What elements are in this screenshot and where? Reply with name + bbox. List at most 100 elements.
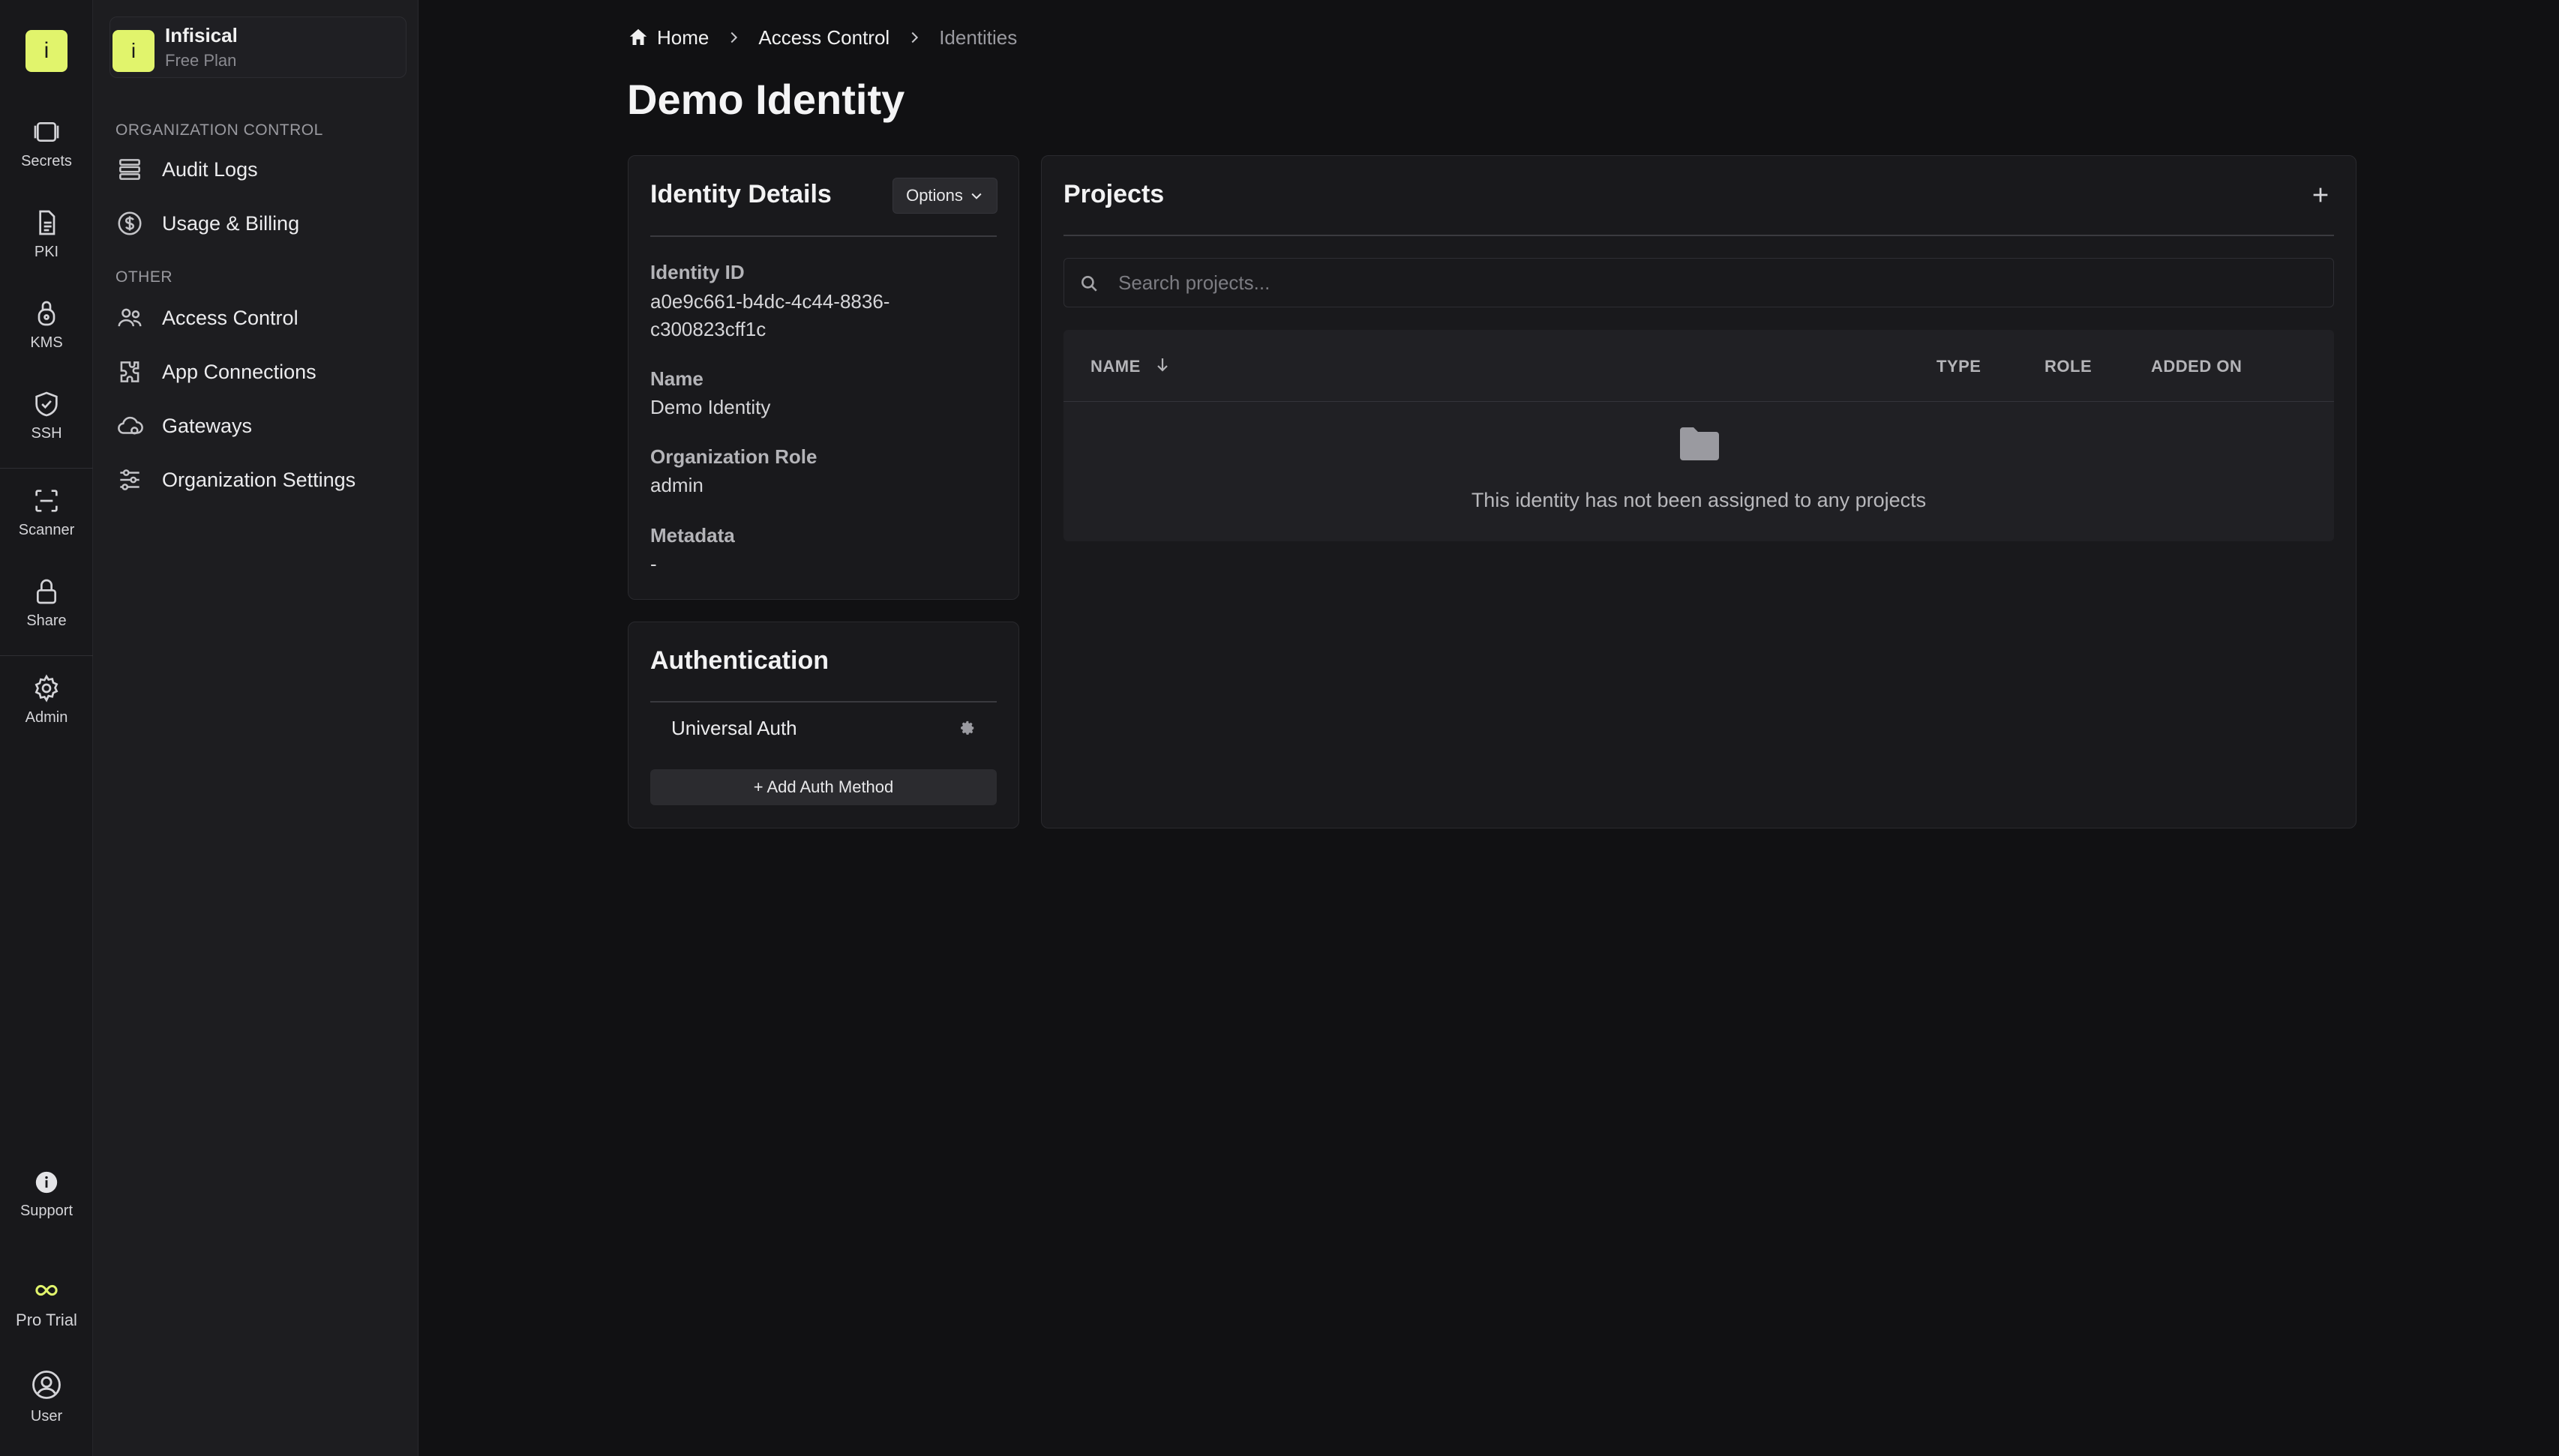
nav-item-gateways[interactable]: Gateways (116, 403, 408, 448)
rail-label: Secrets (21, 153, 72, 169)
secrets-icon (34, 122, 59, 142)
users-icon (118, 308, 142, 327)
home-icon[interactable] (627, 26, 650, 49)
sort-arrow-down-icon[interactable] (1154, 355, 1172, 373)
auth-method-label: Universal Auth (671, 716, 797, 739)
pro-trial-label: Pro Trial (16, 1311, 77, 1329)
name-value: Demo Identity (650, 396, 771, 418)
puzzle-icon (120, 361, 140, 382)
cloud-icon (118, 416, 143, 435)
nav-item-usage-billing[interactable]: Usage & Billing (116, 201, 408, 246)
breadcrumb-home[interactable]: Home (657, 26, 709, 49)
rail-divider (0, 468, 93, 469)
column-name[interactable]: NAME (1090, 357, 1141, 376)
app-logo[interactable]: i (26, 30, 68, 72)
support-label: Support (20, 1203, 74, 1219)
nav-label: Usage & Billing (162, 211, 300, 235)
shield-check-icon (35, 391, 58, 417)
divider (650, 235, 997, 237)
page-title: Demo Identity (627, 76, 905, 123)
identity-id-label: Identity ID (650, 261, 745, 283)
search-input[interactable] (1118, 259, 2318, 307)
options-label: Options (906, 186, 963, 205)
document-icon (39, 210, 56, 235)
options-button[interactable]: Options (892, 178, 998, 214)
scan-icon (35, 490, 58, 512)
identity-id-value-line2: c300823cff1c (650, 318, 766, 340)
auth-method-row[interactable]: Universal Auth (650, 702, 997, 754)
user-label: User (30, 1408, 63, 1425)
section-other: OTHER (116, 268, 172, 286)
rail-item-admin[interactable]: Admin (0, 673, 93, 727)
column-added-on: ADDED ON (2151, 357, 2242, 376)
dollar-icon (118, 211, 142, 235)
table-header: NAME TYPE ROLE ADDED ON (1064, 330, 2334, 402)
rail-item-scanner[interactable]: Scanner (0, 486, 93, 539)
rail-label: KMS (30, 334, 63, 351)
nav-item-app-connections[interactable]: App Connections (116, 349, 408, 394)
list-icon (119, 159, 140, 180)
rail-label: PKI (34, 244, 59, 260)
add-project-icon[interactable] (2308, 183, 2332, 207)
rail-label: SSH (31, 425, 62, 442)
column-role: ROLE (2044, 357, 2092, 376)
breadcrumb-current: Identities (939, 25, 1018, 49)
rail-divider (0, 655, 93, 656)
org-role-label: Organization Role (650, 445, 818, 468)
rail-label: Scanner (18, 522, 75, 538)
name-label: Name (650, 367, 704, 390)
nav-label: Organization Settings (162, 468, 356, 491)
add-auth-method-button[interactable]: + Add Auth Method (650, 769, 997, 805)
search-icon (1082, 276, 1097, 292)
org-plan: Free Plan (165, 51, 237, 70)
metadata-label: Metadata (650, 524, 735, 547)
rail-label: Share (26, 613, 67, 629)
metadata-value: - (650, 553, 657, 575)
rail-item-secrets[interactable]: Secrets (0, 117, 93, 170)
nav-item-org-settings[interactable]: Organization Settings (116, 457, 408, 502)
rail-item-ssh[interactable]: SSH (0, 389, 93, 442)
org-name: Infisical (165, 24, 238, 46)
key-lock-icon (38, 301, 56, 326)
lock-icon (37, 579, 56, 604)
pro-trial-button[interactable]: Pro Trial (0, 1279, 93, 1330)
identity-details-title: Identity Details (650, 180, 832, 208)
support-button[interactable]: Support (0, 1170, 93, 1220)
chevron-right-icon (730, 31, 738, 43)
org-sidebar: i Infisical Free Plan ORGANIZATION CONTR… (93, 0, 418, 1456)
nav-item-access-control[interactable]: Access Control (116, 295, 408, 340)
column-type: TYPE (1936, 357, 1982, 376)
info-icon (35, 1171, 58, 1194)
org-avatar: i (112, 30, 154, 72)
user-button[interactable]: User (0, 1369, 93, 1425)
org-role-value: admin (650, 474, 704, 496)
breadcrumb-access-control[interactable]: Access Control (758, 26, 890, 49)
nav-label: Access Control (162, 306, 298, 329)
nav-label: Audit Logs (162, 157, 258, 181)
projects-title: Projects (1064, 180, 1165, 208)
chevron-right-icon (911, 31, 919, 43)
infinity-icon (35, 1284, 58, 1296)
chevron-down-icon (971, 193, 982, 199)
gear-icon[interactable] (959, 720, 976, 736)
gear-icon (34, 674, 58, 703)
nav-label: Gateways (162, 414, 253, 437)
rail-label: Admin (25, 709, 68, 726)
rail-item-pki[interactable]: PKI (0, 208, 93, 261)
user-circle-icon (32, 1371, 61, 1399)
empty-state-text: This identity has not been assigned to a… (1471, 489, 1927, 511)
breadcrumb: Home Access Control Identities (627, 22, 1017, 52)
sliders-icon (120, 469, 140, 490)
nav-item-audit-logs[interactable]: Audit Logs (116, 147, 408, 192)
nav-label: App Connections (162, 360, 316, 383)
project-search (1064, 258, 2334, 307)
rail-item-share[interactable]: Share (0, 577, 93, 630)
icon-rail: i Secrets PKI KMS SSH Scanner Share Admi… (0, 0, 93, 1456)
section-org-control: ORGANIZATION CONTROL (116, 121, 323, 139)
divider (1064, 235, 2334, 236)
projects-table: NAME TYPE ROLE ADDED ON This identity ha… (1064, 330, 2334, 541)
identity-id-value-line1: a0e9c661-b4dc-4c44-8836- (650, 290, 890, 313)
folder-icon (1680, 427, 1719, 460)
rail-item-kms[interactable]: KMS (0, 298, 93, 352)
authentication-title: Authentication (650, 646, 829, 675)
